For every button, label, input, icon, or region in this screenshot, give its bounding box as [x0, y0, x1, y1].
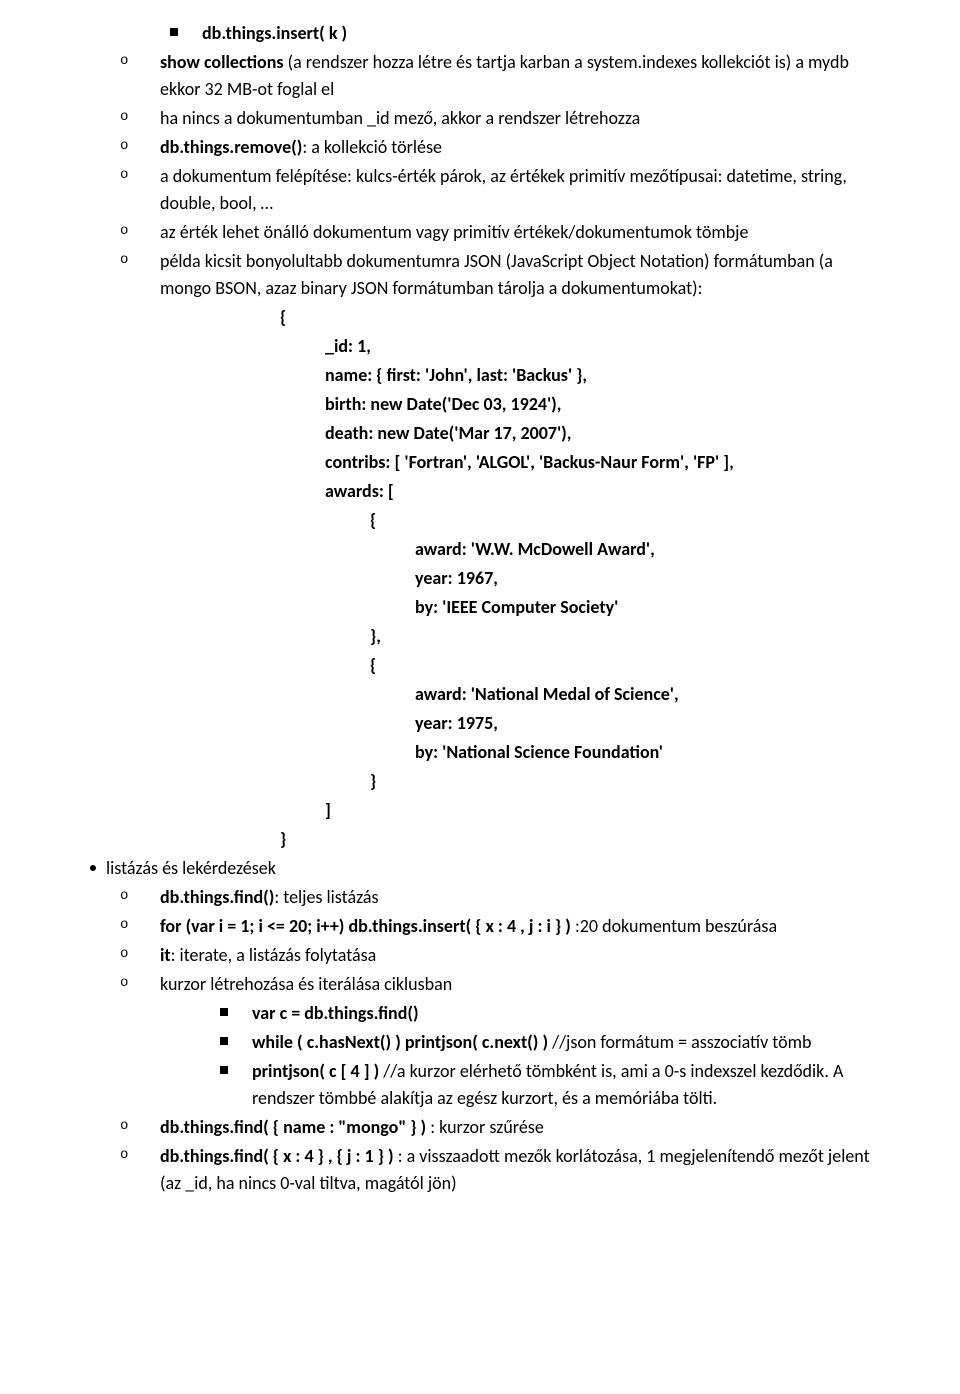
doc-line: contribs: [ 'Fortran', 'ALGOL', 'Backus-… — [90, 449, 870, 476]
line-text: db.things.find( { x : 4 } , { j : 1 } ) … — [160, 1143, 870, 1197]
line-text: az érték lehet önálló dokumentum vagy pr… — [160, 219, 870, 246]
doc-line: }, — [90, 623, 870, 650]
doc-line: o show collections (a rendszer hozza létr… — [90, 49, 870, 103]
doc-line: by: 'National Science Foundation' — [90, 739, 870, 766]
doc-line: o db.things.remove(): a kollekció törlése — [90, 134, 870, 161]
doc-line: o db.things.find(): teljes listázás — [90, 884, 870, 911]
line-text: { — [370, 507, 870, 534]
circle-bullet-icon: o — [120, 221, 134, 242]
circle-bullet-icon: o — [120, 165, 134, 186]
line-text: year: 1975, — [415, 710, 870, 737]
circle-bullet-icon: o — [120, 51, 134, 72]
line-text: awards: [ — [325, 478, 870, 505]
doc-line: o az érték lehet önálló dokumentum vagy p… — [90, 219, 870, 246]
doc-line: year: 1975, — [90, 710, 870, 737]
doc-line: award: 'W.W. McDowell Award', — [90, 536, 870, 563]
line-text: while ( c.hasNext() ) printjson( c.next(… — [252, 1029, 870, 1056]
doc-line: ] — [90, 797, 870, 824]
line-text: { — [280, 304, 870, 331]
doc-line: } — [90, 768, 870, 795]
square-bullet-icon — [220, 1008, 228, 1016]
line-text: year: 1967, — [415, 565, 870, 592]
circle-bullet-icon: o — [120, 107, 134, 128]
line-text: { — [370, 652, 870, 679]
line-text: birth: new Date('Dec 03, 1924'), — [325, 391, 870, 418]
square-bullet-icon — [220, 1037, 228, 1045]
line-text: contribs: [ 'Fortran', 'ALGOL', 'Backus-… — [325, 449, 870, 476]
line-text: _id: 1, — [325, 333, 870, 360]
doc-line: o db.things.find( { name : "mongo" } ) : … — [90, 1114, 870, 1141]
doc-line: year: 1967, — [90, 565, 870, 592]
line-text: award: 'W.W. McDowell Award', — [415, 536, 870, 563]
line-text: death: new Date('Mar 17, 2007'), — [325, 420, 870, 447]
disc-bullet-icon — [90, 865, 96, 871]
line-text: példa kicsit bonyolultabb dokumentumra J… — [160, 248, 870, 302]
doc-line: awards: [ — [90, 478, 870, 505]
circle-bullet-icon: o — [120, 250, 134, 271]
line-text: name: { first: 'John', last: 'Backus' }, — [325, 362, 870, 389]
doc-line: _id: 1, — [90, 333, 870, 360]
line-text: ha nincs a dokumentumban _id mező, akkor… — [160, 105, 870, 132]
line-text: db.things.find( { name : "mongo" } ) : k… — [160, 1114, 870, 1141]
document-body: db.things.insert( k ) o show collections (… — [90, 20, 870, 1197]
circle-bullet-icon: o — [120, 1145, 134, 1166]
circle-bullet-icon: o — [120, 136, 134, 157]
doc-line: o a dokumentum felépítése: kulcs-érték pá… — [90, 163, 870, 217]
doc-line: db.things.insert( k ) — [90, 20, 870, 47]
doc-line: o it: iterate, a listázás folytatása — [90, 942, 870, 969]
line-text: db.things.remove(): a kollekció törlése — [160, 134, 870, 161]
doc-line: listázás és lekérdezések — [90, 855, 870, 882]
circle-bullet-icon: o — [120, 886, 134, 907]
doc-line: var c = db.things.find() — [90, 1000, 870, 1027]
line-text: listázás és lekérdezések — [106, 855, 870, 882]
doc-line: while ( c.hasNext() ) printjson( c.next(… — [90, 1029, 870, 1056]
line-text: it: iterate, a listázás folytatása — [160, 942, 870, 969]
line-text: by: 'IEEE Computer Society' — [415, 594, 870, 621]
circle-bullet-icon: o — [120, 915, 134, 936]
doc-line: o példa kicsit bonyolultabb dokumentumra … — [90, 248, 870, 302]
doc-line: o ha nincs a dokumentumban _id mező, akko… — [90, 105, 870, 132]
line-text: kurzor létrehozása és iterálása ciklusba… — [160, 971, 870, 998]
doc-line: { — [90, 652, 870, 679]
doc-line: name: { first: 'John', last: 'Backus' }, — [90, 362, 870, 389]
line-text: var c = db.things.find() — [252, 1000, 870, 1027]
doc-line: { — [90, 507, 870, 534]
doc-line: birth: new Date('Dec 03, 1924'), — [90, 391, 870, 418]
doc-line: death: new Date('Mar 17, 2007'), — [90, 420, 870, 447]
line-text: show collections (a rendszer hozza létre… — [160, 49, 870, 103]
line-text: for (var i = 1; i <= 20; i++) db.things.… — [160, 913, 870, 940]
circle-bullet-icon: o — [120, 944, 134, 965]
square-bullet-icon — [170, 28, 178, 36]
doc-line: o kurzor létrehozása és iterálása ciklusb… — [90, 971, 870, 998]
line-text: printjson( c [ 4 ] ) //a kurzor elérhető… — [252, 1058, 870, 1112]
line-text: db.things.find(): teljes listázás — [160, 884, 870, 911]
doc-line: { — [90, 304, 870, 331]
line-text: } — [370, 768, 870, 795]
line-text: by: 'National Science Foundation' — [415, 739, 870, 766]
doc-line: award: 'National Medal of Science', — [90, 681, 870, 708]
doc-line: o db.things.find( { x : 4 } , { j : 1 } )… — [90, 1143, 870, 1197]
circle-bullet-icon: o — [120, 1116, 134, 1137]
line-text: db.things.insert( k ) — [202, 20, 870, 47]
line-text: ] — [325, 797, 870, 824]
line-text: award: 'National Medal of Science', — [415, 681, 870, 708]
square-bullet-icon — [220, 1066, 228, 1074]
line-text: }, — [370, 623, 870, 650]
line-text: } — [280, 826, 870, 853]
doc-line: o for (var i = 1; i <= 20; i++) db.things… — [90, 913, 870, 940]
doc-line: by: 'IEEE Computer Society' — [90, 594, 870, 621]
circle-bullet-icon: o — [120, 973, 134, 994]
doc-line: } — [90, 826, 870, 853]
doc-line: printjson( c [ 4 ] ) //a kurzor elérhető… — [90, 1058, 870, 1112]
line-text: a dokumentum felépítése: kulcs-érték pár… — [160, 163, 870, 217]
